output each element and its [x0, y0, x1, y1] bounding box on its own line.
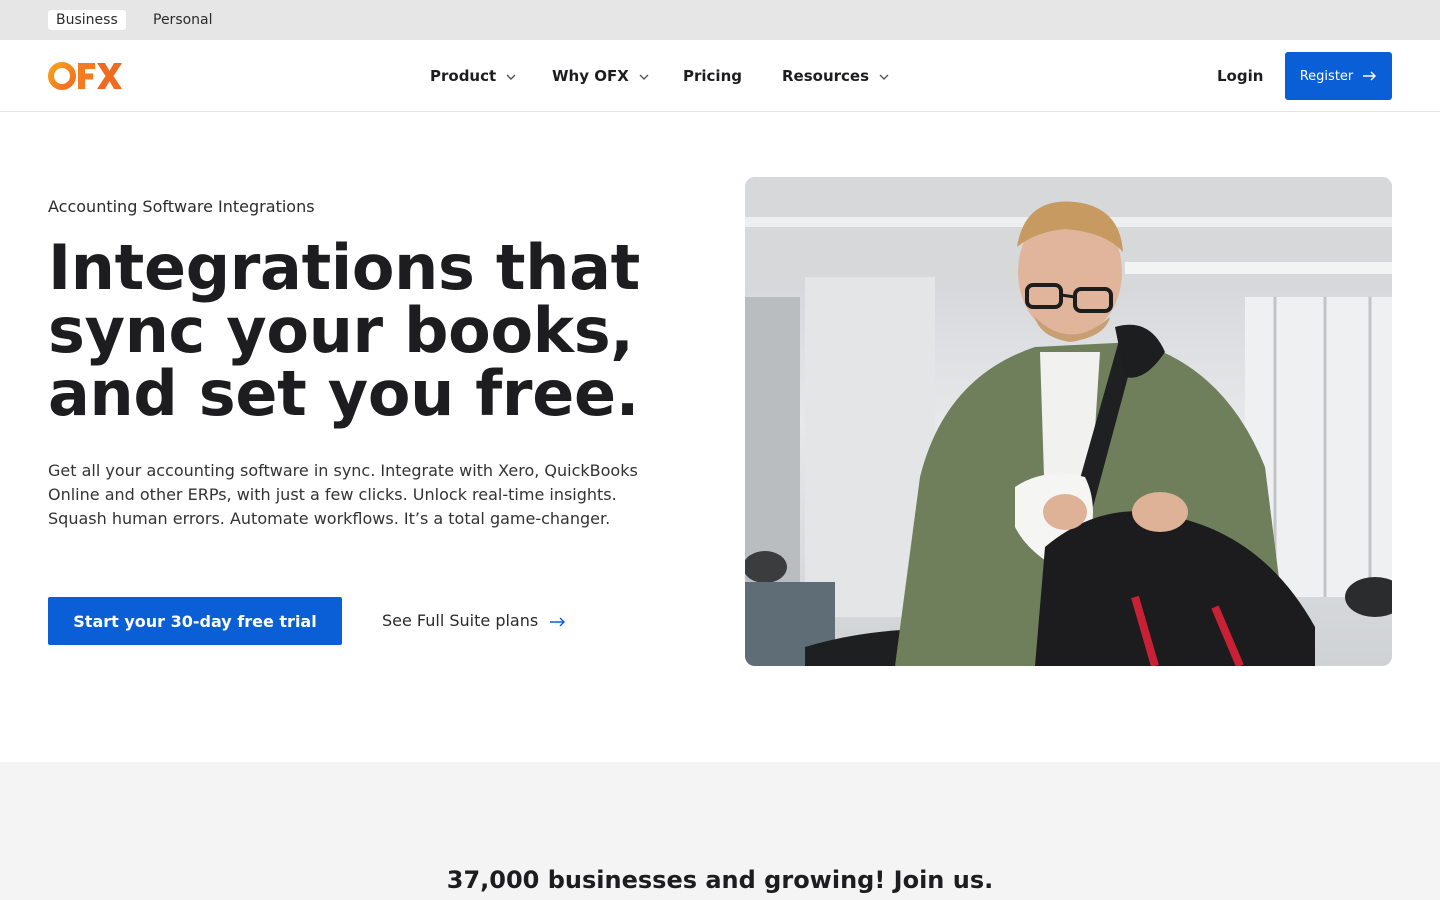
tab-personal[interactable]: Personal: [145, 10, 221, 30]
nav-resources-label: Resources: [782, 67, 870, 85]
see-full-suite-plans-label: See Full Suite plans: [382, 611, 539, 630]
see-full-suite-plans-link[interactable]: See Full Suite plans: [382, 609, 566, 633]
hero-photo: [745, 177, 1392, 666]
nav-pricing[interactable]: Pricing: [683, 66, 742, 86]
nav-why-ofx-label: Why OFX: [552, 67, 629, 85]
nav-product[interactable]: Product: [430, 66, 516, 86]
login-link[interactable]: Login: [1217, 66, 1263, 86]
start-free-trial-button[interactable]: Start your 30-day free trial: [48, 597, 342, 645]
man-with-bag-illustration: [745, 177, 1392, 666]
tab-business[interactable]: Business: [48, 10, 126, 30]
hero-eyebrow: Accounting Software Integrations: [48, 197, 315, 216]
chevron-down-icon: [639, 74, 649, 80]
arrow-right-icon: [1363, 71, 1377, 81]
register-label: Register: [1299, 68, 1354, 84]
nav-pricing-label: Pricing: [683, 67, 742, 85]
nav-resources[interactable]: Resources: [782, 66, 889, 86]
nav-why-ofx[interactable]: Why OFX: [552, 66, 649, 86]
register-button[interactable]: Register: [1285, 52, 1392, 100]
social-proof-title: 37,000 businesses and growing! Join us.: [446, 866, 994, 894]
hero-description: Get all your accounting software in sync…: [48, 461, 638, 528]
nav-product-label: Product: [430, 67, 497, 85]
site-header: Product Why OFX Pricing Resources Login …: [0, 40, 1440, 112]
social-proof-section: 37,000 businesses and growing! Join us.: [0, 762, 1440, 900]
chevron-down-icon: [506, 74, 516, 80]
hero-title: Integrations that sync your books, and s…: [48, 231, 640, 430]
chevron-down-icon: [879, 74, 889, 80]
ofx-logo[interactable]: [48, 60, 122, 92]
audience-switcher: Business Personal: [0, 0, 1440, 40]
arrow-right-icon: [550, 617, 566, 626]
